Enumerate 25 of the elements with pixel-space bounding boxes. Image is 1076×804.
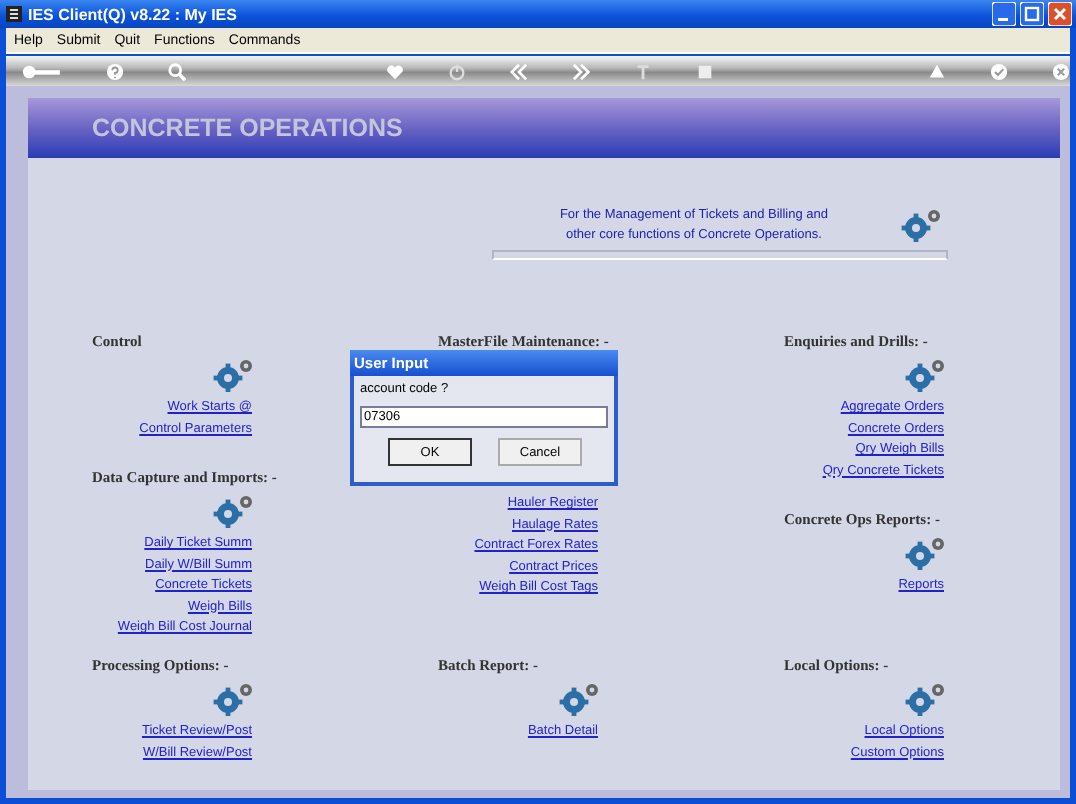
search-icon[interactable]: [167, 61, 186, 81]
gears-icon[interactable]: [212, 680, 256, 716]
banner-title: CONCRETE OPERATIONS: [92, 114, 403, 142]
gears-icon: [900, 206, 944, 242]
close-icon[interactable]: [1051, 61, 1070, 81]
gears-icon[interactable]: [904, 356, 948, 392]
forward-icon[interactable]: [571, 61, 590, 81]
power-icon[interactable]: [447, 61, 466, 81]
help-icon[interactable]: [105, 61, 124, 81]
gears-icon[interactable]: [904, 680, 948, 716]
check-icon[interactable]: [989, 61, 1008, 81]
gears-icon[interactable]: [212, 356, 256, 392]
gears-icon[interactable]: [212, 492, 256, 528]
gears-icon[interactable]: [558, 680, 602, 716]
maximize-button[interactable]: [1020, 2, 1044, 26]
app-icon: [4, 4, 24, 24]
text-icon[interactable]: [633, 61, 652, 81]
window-title: IES Client(Q) v8.22 : My IES: [28, 5, 239, 23]
rewind-icon[interactable]: [509, 61, 528, 81]
minimize-button[interactable]: [992, 2, 1016, 26]
heart-icon[interactable]: [385, 61, 404, 81]
key-icon[interactable]: [22, 61, 62, 81]
gears-icon[interactable]: [904, 534, 948, 570]
close-button[interactable]: [1048, 2, 1072, 26]
stop-icon[interactable]: [695, 61, 714, 81]
